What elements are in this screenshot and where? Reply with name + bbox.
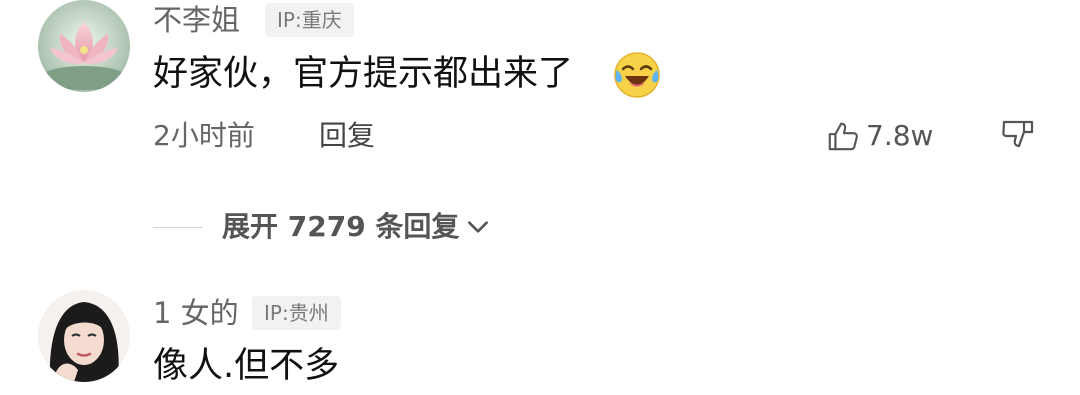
thumbs-down-icon[interactable]: [1000, 118, 1040, 158]
comment-text: 像人.但不多: [153, 346, 340, 386]
comment-timestamp: 2小时前: [153, 119, 255, 152]
comment-username[interactable]: 不李姐: [153, 2, 240, 38]
expand-replies-button[interactable]: 展开 7279 条回复: [222, 209, 491, 245]
expand-replies-label: 展开 7279 条回复: [222, 210, 460, 243]
avatar-lotus[interactable]: [38, 0, 130, 92]
like-count: 7.8w: [866, 119, 934, 152]
ip-location-badge: IP:贵州: [252, 296, 341, 330]
comment-text: 好家伙，官方提示都出来了: [153, 54, 574, 94]
expand-divider: [153, 227, 203, 228]
chevron-down-icon: [465, 214, 491, 240]
comment-username[interactable]: 1 女的: [153, 295, 239, 331]
crying-laughing-emoji-icon: [612, 50, 662, 100]
like-button[interactable]: 7.8w: [826, 116, 933, 156]
reply-button[interactable]: 回复: [319, 118, 375, 154]
ip-location-badge: IP:重庆: [265, 3, 354, 37]
avatar-portrait[interactable]: [38, 290, 130, 382]
thumbs-up-icon: [826, 119, 860, 153]
